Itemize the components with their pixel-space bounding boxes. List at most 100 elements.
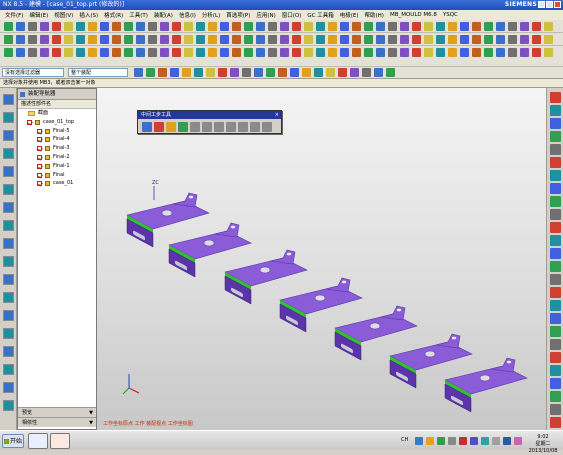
update-icon[interactable] [459, 437, 467, 445]
toolbar-tool-icon[interactable] [472, 48, 481, 57]
type-filter-select[interactable]: 没有选择过滤器 [2, 68, 64, 77]
toolbar-tool-icon[interactable] [328, 48, 337, 57]
toolbar-tool-icon[interactable] [508, 22, 517, 31]
toolbar-tool-icon[interactable] [100, 22, 109, 31]
preview-panel-toggle[interactable]: 预览 ▼ [18, 407, 96, 417]
toolbar-tool-icon[interactable] [400, 35, 409, 44]
close-icon[interactable]: × [275, 111, 279, 119]
toolbar-tool-icon[interactable] [304, 22, 313, 31]
toolbar-tool-icon[interactable] [220, 35, 229, 44]
toolbar-tool-icon[interactable] [412, 22, 421, 31]
side-tool-icon[interactable] [550, 378, 561, 389]
resource-tab-icon[interactable] [3, 184, 14, 195]
toolbar-tool-icon[interactable] [208, 22, 217, 31]
toolbar-tool-icon[interactable] [16, 22, 25, 31]
toolbar-tool-icon[interactable] [40, 22, 49, 31]
toolbar-tool-icon[interactable] [196, 35, 205, 44]
tree-node[interactable]: Final-1 [18, 162, 96, 171]
menu-item[interactable]: 分析(L) [199, 11, 223, 19]
toolbar-tool-icon[interactable] [484, 22, 493, 31]
toolbar-tool-icon[interactable] [172, 35, 181, 44]
toolbar-tool-icon[interactable] [520, 48, 529, 57]
resource-tab-icon[interactable] [3, 112, 14, 123]
side-tool-icon[interactable] [550, 391, 561, 402]
toolbar-tool-icon[interactable] [196, 22, 205, 31]
toolbar-tool-icon[interactable] [148, 22, 157, 31]
toolbar-tool-icon[interactable] [412, 35, 421, 44]
step-tool-icon[interactable] [250, 122, 260, 132]
toolbar-tool-icon[interactable] [496, 48, 505, 57]
toolbar-tool-icon[interactable] [244, 48, 253, 57]
toolbar-tool-icon[interactable] [112, 48, 121, 57]
start-button[interactable]: 开始 [2, 434, 24, 448]
toolbar-tool-icon[interactable] [448, 48, 457, 57]
toolbar-tool-icon[interactable] [376, 35, 385, 44]
clock[interactable]: 9:02 星期二 2013/10/08 [527, 434, 559, 455]
toolbar-tool-icon[interactable] [304, 35, 313, 44]
tree-node[interactable]: case_01 [18, 179, 96, 188]
side-tool-icon[interactable] [550, 261, 561, 272]
toolbar-tool-icon[interactable] [4, 22, 13, 31]
step-tool-icon[interactable] [178, 122, 188, 132]
network-icon[interactable] [415, 437, 423, 445]
toolbar-tool-icon[interactable] [472, 35, 481, 44]
toolbar-tool-icon[interactable] [376, 48, 385, 57]
toolbar-tool-icon[interactable] [388, 48, 397, 57]
toolbar-tool-icon[interactable] [64, 22, 73, 31]
visibility-checkbox[interactable] [37, 137, 42, 143]
toolbar-tool-icon[interactable] [316, 22, 325, 31]
toolbar-tool-icon[interactable] [532, 48, 541, 57]
toolbar-tool-icon[interactable] [136, 22, 145, 31]
selection-tool-icon[interactable] [350, 68, 359, 77]
toolbar-tool-icon[interactable] [76, 35, 85, 44]
step-tool-icon[interactable] [142, 122, 152, 132]
toolbar-tool-icon[interactable] [232, 22, 241, 31]
menu-item[interactable]: GC 工具箱 [304, 11, 336, 19]
security-icon[interactable] [437, 437, 445, 445]
toolbar-tool-icon[interactable] [292, 48, 301, 57]
side-tool-icon[interactable] [550, 352, 561, 363]
selection-tool-icon[interactable] [134, 68, 143, 77]
menu-item[interactable]: 装配(A) [151, 11, 176, 19]
toolbar-tool-icon[interactable] [520, 35, 529, 44]
tree-node[interactable]: Final-5 [18, 127, 96, 136]
toolbar-tool-icon[interactable] [52, 48, 61, 57]
side-tool-icon[interactable] [550, 404, 561, 415]
toolbar-tool-icon[interactable] [40, 48, 49, 57]
menu-item[interactable]: 格式(R) [101, 11, 126, 19]
toolbar-tool-icon[interactable] [340, 22, 349, 31]
toolbar-tool-icon[interactable] [508, 35, 517, 44]
toolbar-tool-icon[interactable] [280, 48, 289, 57]
menu-item[interactable]: 视图(V) [51, 11, 76, 19]
toolbar-tool-icon[interactable] [76, 48, 85, 57]
toolbar-tool-icon[interactable] [484, 48, 493, 57]
taskbar-app-button[interactable] [50, 433, 70, 449]
toolbar-tool-icon[interactable] [268, 35, 277, 44]
graphics-window[interactable]: ZC [97, 88, 546, 430]
toolbar-tool-icon[interactable] [448, 22, 457, 31]
toolbar-tool-icon[interactable] [364, 48, 373, 57]
toolbar-tool-icon[interactable] [436, 22, 445, 31]
toolbar-tool-icon[interactable] [496, 35, 505, 44]
visibility-checkbox[interactable] [37, 172, 42, 178]
toolbar-tool-icon[interactable] [316, 48, 325, 57]
toolbar-tool-icon[interactable] [100, 35, 109, 44]
side-tool-icon[interactable] [550, 144, 561, 155]
tree-node[interactable]: case_01_top [18, 118, 96, 127]
step-tool-icon[interactable] [214, 122, 224, 132]
toolbar-tool-icon[interactable] [64, 48, 73, 57]
toolbar-tool-icon[interactable] [112, 35, 121, 44]
toolbar-tool-icon[interactable] [424, 22, 433, 31]
step-tool-icon[interactable] [262, 122, 272, 132]
resource-tab-icon[interactable] [3, 148, 14, 159]
toolbar-tool-icon[interactable] [208, 35, 217, 44]
toolbar-tool-icon[interactable] [244, 35, 253, 44]
side-tool-icon[interactable] [550, 248, 561, 259]
toolbar-tool-icon[interactable] [544, 48, 553, 57]
selection-tool-icon[interactable] [242, 68, 251, 77]
toolbar-tool-icon[interactable] [52, 35, 61, 44]
toolbar-tool-icon[interactable] [160, 48, 169, 57]
toolbar-tool-icon[interactable] [460, 22, 469, 31]
toolbar-tool-icon[interactable] [544, 35, 553, 44]
taskbar-app-button[interactable] [28, 433, 48, 449]
